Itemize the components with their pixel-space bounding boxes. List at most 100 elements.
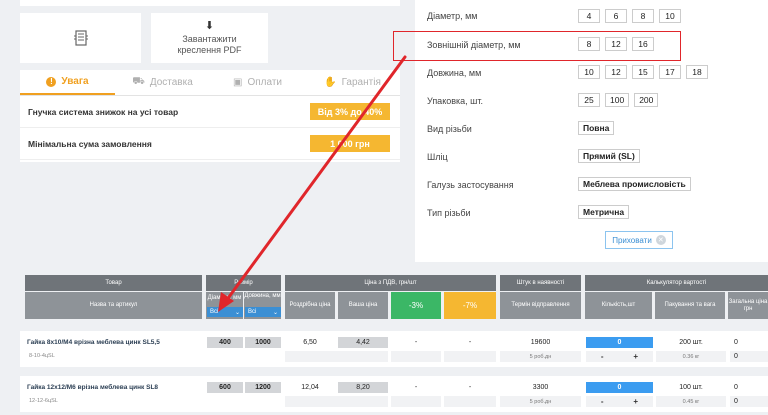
header-your-price: Ваша ціна [338, 292, 388, 319]
product-diameter: 400 [207, 337, 243, 348]
product-sku: 8-10-4цSL [29, 353, 55, 359]
header-price: Ціна з ПДВ, грн/шт [285, 275, 496, 291]
product-diameter: 600 [207, 382, 243, 393]
header-name-sku: Назва та артикул [25, 292, 202, 319]
filter-values-diameter: 4 6 8 10 [578, 9, 681, 23]
tab-label: Оплати [247, 77, 282, 88]
tab-bar: ! Увага ⛟ Доставка ▣ Оплати ✋ Гарантія [20, 70, 400, 96]
chevron-down-icon: ⌄ [272, 309, 278, 316]
header-quantity: Кількість,шт [585, 292, 652, 319]
filter-option[interactable]: 15 [632, 65, 654, 79]
filter-option[interactable]: 17 [659, 65, 681, 79]
filter-option[interactable]: 6 [605, 9, 627, 23]
discount-badge: Від 3% до 40% [310, 103, 390, 120]
tab-delivery[interactable]: ⛟ Доставка [115, 70, 210, 95]
header-product: Товар [25, 275, 202, 291]
hide-filters-button[interactable]: Приховати ✕ [605, 231, 673, 249]
filter-label-slot: Шліц [427, 152, 448, 162]
product-your-price: 4,42 [338, 337, 388, 348]
filter-values-thread-kind: Повна [578, 121, 615, 135]
product-total-sub: 0 [730, 351, 768, 362]
quantity-input[interactable]: 0 [586, 382, 653, 393]
product-length: 1000 [245, 337, 281, 348]
header-retail: Роздрібна ціна [285, 292, 335, 319]
retail-sub [285, 396, 388, 407]
plus-button[interactable]: + [633, 397, 638, 406]
filter-option[interactable]: 25 [578, 93, 600, 107]
filter-option[interactable]: Метрична [578, 205, 630, 219]
product-pack: 100 шт. [679, 384, 703, 391]
info-tabs-panel: ! Увага ⛟ Доставка ▣ Оплати ✋ Гарантія Г… [20, 70, 400, 162]
product-length: 1200 [245, 382, 281, 393]
download-icon: ⬇ [204, 19, 215, 32]
product-name[interactable]: Гайка 12х12/М6 врізна меблева цинк SL8 [27, 384, 158, 391]
filter-option[interactable]: 10 [659, 9, 681, 23]
product-retail-price: 12,04 [301, 384, 319, 391]
info-label: Мінімальна сума замовлення [28, 138, 152, 149]
filter-option[interactable]: 18 [686, 65, 708, 79]
product-stock: 3300 [532, 384, 549, 391]
filter-option[interactable]: 100 [605, 93, 630, 107]
chevron-down-icon: ⌄ [234, 309, 240, 316]
product-your-price: 8,20 [338, 382, 388, 393]
minus7-sub [444, 396, 496, 407]
filter-label-thread-type: Тип різьби [427, 208, 471, 218]
header-ship-term: Термін відправлення [500, 292, 581, 319]
table-row[interactable]: Гайка 8х10/М4 врізна меблева цинк SL5,5 … [20, 331, 768, 367]
filter-option[interactable]: 8 [632, 9, 654, 23]
download-pdf-label: Завантажити креслення PDF [177, 33, 242, 55]
tab-attention[interactable]: ! Увага [20, 70, 115, 95]
hide-filters-label: Приховати [612, 235, 652, 245]
filter-values-length: 10 12 15 17 18 [578, 65, 708, 79]
tab-payments[interactable]: ▣ Оплати [210, 70, 305, 95]
product-minus7: - [468, 339, 472, 346]
diameter-select[interactable]: Всі ⌄ [207, 307, 243, 317]
quantity-stepper: - + [586, 396, 653, 407]
card-icon: ▣ [233, 77, 243, 88]
filter-option[interactable]: 10 [578, 65, 600, 79]
header-stock: Штук в наявності [500, 275, 581, 291]
product-retail-price: 6,50 [303, 339, 317, 346]
minus-button[interactable]: - [601, 397, 604, 406]
filter-option[interactable]: 4 [578, 9, 600, 23]
truck-icon: ⛟ [132, 76, 145, 87]
header-minus3: -3% [391, 292, 441, 319]
min-order-badge: 1 000 грн [310, 135, 390, 152]
product-total-sub: 0 [730, 396, 768, 407]
minus3-sub [391, 396, 441, 407]
filter-option[interactable]: Прямий (SL) [578, 149, 640, 163]
header-minus7: -7% [444, 292, 496, 319]
product-name[interactable]: Гайка 8х10/М4 врізна меблева цинк SL5,5 [27, 339, 160, 346]
minus-button[interactable]: - [601, 352, 604, 361]
product-minus7: - [468, 384, 472, 391]
filter-values-thread-type: Метрична [578, 205, 630, 219]
product-weight: 0.36 кг [656, 351, 726, 362]
table-row[interactable]: Гайка 12х12/М6 врізна меблева цинк SL8 1… [20, 376, 768, 412]
minus3-sub [391, 351, 441, 362]
filter-option[interactable]: 12 [605, 65, 627, 79]
filter-label-package: Упаковка, шт. [427, 96, 484, 106]
product-total: 0 [734, 384, 738, 391]
download-pdf-button[interactable]: ⬇ Завантажити креслення PDF [151, 13, 268, 63]
length-select-value: Всі [248, 309, 257, 315]
info-label: Гнучка система знижок на усі товар [28, 106, 179, 117]
length-select[interactable]: Всі ⌄ [245, 307, 281, 317]
filter-label-industry: Галузь застосування [427, 180, 514, 190]
product-ship-term: 5 роб.дн [500, 396, 581, 407]
product-ship-term: 5 роб.дн [500, 351, 581, 362]
tab-label: Гарантія [341, 77, 381, 88]
document-icon [73, 30, 88, 46]
product-stock: 19600 [530, 339, 551, 346]
quantity-stepper: - + [586, 351, 653, 362]
info-row-min-order: Мінімальна сума замовлення 1 000 грн [20, 128, 400, 160]
filter-option[interactable]: 200 [634, 93, 659, 107]
quantity-input[interactable]: 0 [586, 337, 653, 348]
tab-warranty[interactable]: ✋ Гарантія [305, 70, 400, 95]
product-minus3: - [414, 339, 418, 346]
filter-option[interactable]: Повна [578, 121, 615, 135]
filter-option[interactable]: Меблева промисловість [578, 177, 691, 191]
header-pack: Пакування та вага [655, 292, 725, 319]
drawing-preview-card[interactable] [20, 13, 141, 63]
product-total: 0 [734, 339, 738, 346]
plus-button[interactable]: + [633, 352, 638, 361]
